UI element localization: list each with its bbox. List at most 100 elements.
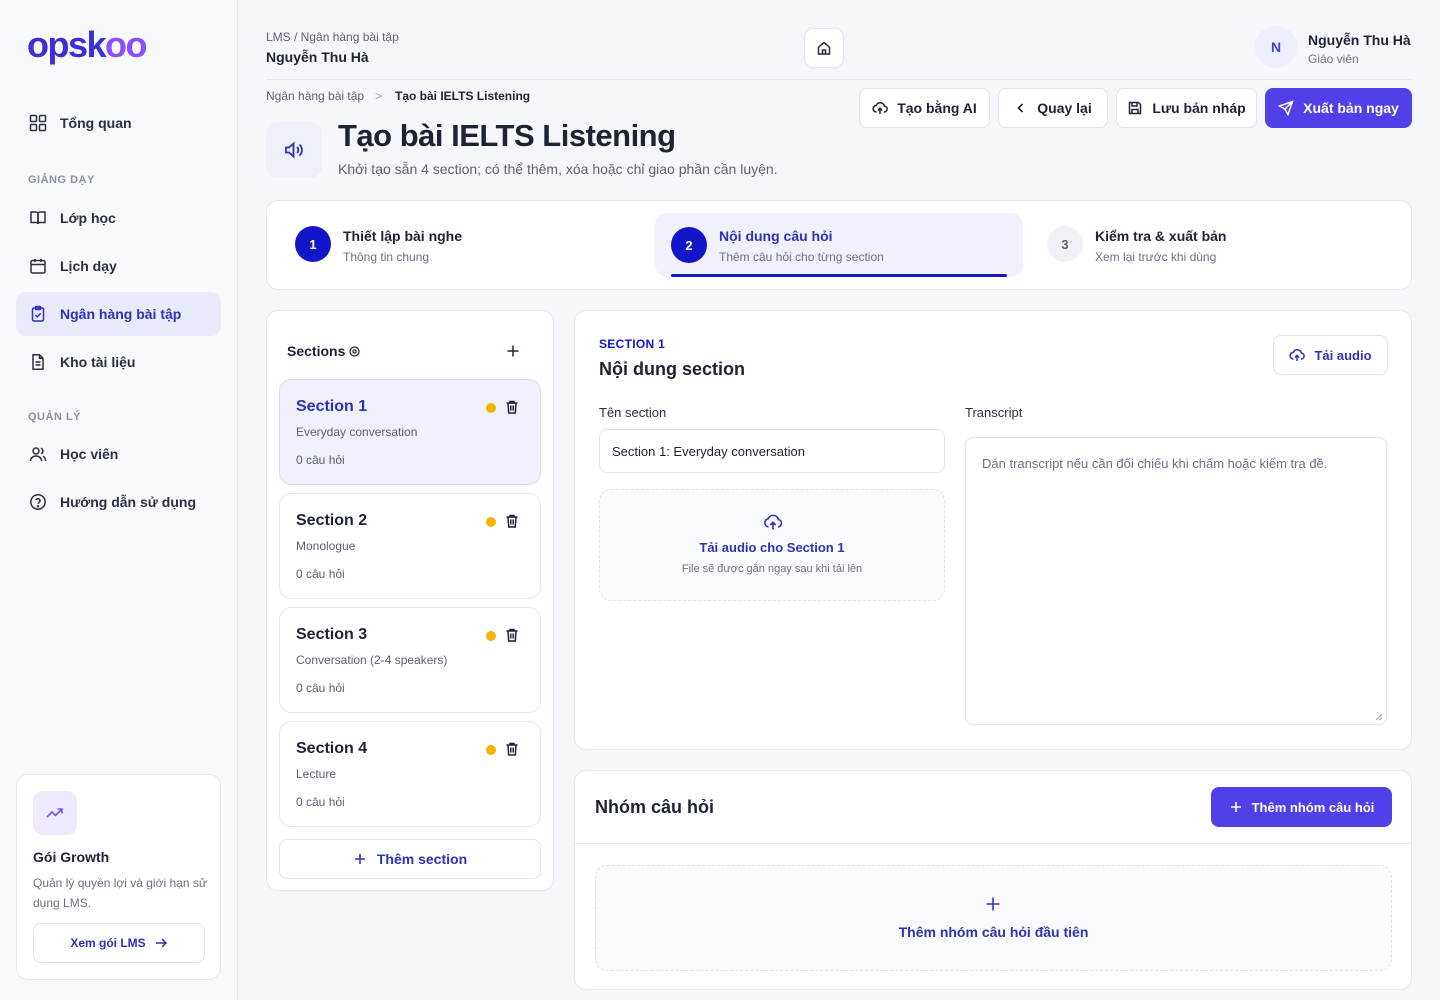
home-button[interactable] xyxy=(804,28,844,68)
section-item-title: Section 2 xyxy=(296,512,368,529)
upload-cloud-icon xyxy=(1289,347,1306,363)
sidebar-item-overview[interactable]: Tổng quan xyxy=(16,101,221,145)
page-title: Tạo bài IELTS Listening xyxy=(338,118,676,153)
upload-cloud-icon xyxy=(763,512,783,532)
sidebar-item-documents[interactable]: Kho tài liệu xyxy=(16,340,221,384)
plus-icon xyxy=(1229,800,1243,814)
header-breadcrumb: LMS / Ngân hàng bài tập xyxy=(266,30,399,44)
step-2-number: 2 xyxy=(671,227,707,263)
view-plan-button[interactable]: Xem gói LMS xyxy=(33,923,205,963)
section-item-subtitle: Lecture xyxy=(296,767,337,781)
stepper: 1 Thiết lập bài nghe Thông tin chung 2 N… xyxy=(266,200,1412,290)
sections-title-label: Sections xyxy=(287,343,346,359)
send-icon xyxy=(1278,100,1294,116)
step-2-active[interactable]: 2 Nội dung câu hỏi Thêm câu hỏi cho từng… xyxy=(655,213,1023,277)
step-3-title[interactable]: Kiểm tra & xuất bản xyxy=(1095,228,1226,244)
trash-icon[interactable] xyxy=(504,513,520,529)
plus-icon xyxy=(985,896,1001,912)
ai-generate-label: Tạo bằng AI xyxy=(897,100,977,116)
trash-icon[interactable] xyxy=(504,399,520,415)
sidebar-item-label: Tổng quan xyxy=(60,115,132,131)
breadcrumb-current: Tạo bài IELTS Listening xyxy=(395,89,531,103)
save-draft-label: Lưu bản nháp xyxy=(1152,100,1246,116)
save-draft-button[interactable]: Lưu bản nháp xyxy=(1116,88,1257,128)
section-item-subtitle: Monologue xyxy=(296,539,356,553)
upload-cloud-icon xyxy=(872,100,889,116)
section-item-3[interactable]: Section 3 Conversation (2-4 speakers) 0 … xyxy=(279,607,541,713)
info-icon[interactable] xyxy=(349,345,360,357)
header-user-name: Nguyễn Thu Hà xyxy=(266,49,369,65)
user-role: Giáo viên xyxy=(1308,52,1359,66)
sections-title: Sections xyxy=(287,343,360,359)
plan-description: Quản lý quyền lợi và giới hạn sử dụng LM… xyxy=(33,876,207,910)
speaker-icon xyxy=(266,122,322,178)
add-section-icon[interactable] xyxy=(505,343,521,359)
upload-audio-button[interactable]: Tải audio xyxy=(1273,335,1388,375)
audio-dropzone[interactable]: Tải audio cho Section 1 File sẽ được gắn… xyxy=(599,489,945,601)
back-label: Quay lại xyxy=(1037,100,1092,116)
section-item-title: Section 3 xyxy=(296,626,368,643)
step-1-subtitle: Thông tin chung xyxy=(343,250,430,264)
empty-question-groups[interactable]: Thêm nhóm câu hỏi đầu tiên xyxy=(595,865,1392,971)
step-1-title[interactable]: Thiết lập bài nghe xyxy=(343,228,462,244)
section-item-4[interactable]: Section 4 Lecture 0 câu hỏi xyxy=(279,721,541,827)
sidebar-item-classes[interactable]: Lớp học xyxy=(16,196,221,240)
file-icon xyxy=(28,352,48,372)
section-item-count: 0 câu hỏi xyxy=(296,795,345,809)
sidebar: opskoo Tổng quan GIẢNG DẠY Lớp học Lịch … xyxy=(0,0,238,1000)
calendar-icon xyxy=(28,256,48,276)
page-subtitle: Khởi tạo sẵn 4 section; có thể thêm, xóa… xyxy=(338,161,778,177)
section-item-subtitle: Everyday conversation xyxy=(296,425,418,439)
plan-title: Gói Growth xyxy=(33,849,110,865)
section-item-count: 0 câu hỏi xyxy=(296,567,345,581)
status-dot xyxy=(486,631,496,641)
sidebar-item-schedule[interactable]: Lịch dạy xyxy=(16,244,221,288)
transcript-placeholder: Dán transcript nếu cần đối chiếu khi chấ… xyxy=(982,456,1328,471)
breadcrumb-parent[interactable]: Ngân hàng bài tập xyxy=(266,89,364,103)
sidebar-item-students[interactable]: Học viên xyxy=(16,432,221,476)
plan-card: Gói Growth Quản lý quyền lợi và giới hạn… xyxy=(16,774,221,980)
breadcrumb-separator: > xyxy=(375,89,383,103)
back-button[interactable]: Quay lại xyxy=(998,88,1108,128)
resize-handle-icon[interactable] xyxy=(1375,713,1383,721)
sidebar-item-label: Lớp học xyxy=(60,210,116,226)
sidebar-item-guide[interactable]: Hướng dẫn sử dụng xyxy=(16,480,221,524)
transcript-textarea[interactable]: Dán transcript nếu cần đối chiếu khi chấ… xyxy=(965,437,1387,725)
section-item-2[interactable]: Section 2 Monologue 0 câu hỏi xyxy=(279,493,541,599)
dropzone-subtitle: File sẽ được gắn ngay sau khi tải lên xyxy=(681,563,863,575)
sidebar-item-exercise-bank[interactable]: Ngân hàng bài tập xyxy=(16,292,221,336)
status-dot xyxy=(486,403,496,413)
section-content-title: Nội dung section xyxy=(599,359,745,379)
help-circle-icon xyxy=(28,492,48,512)
brand-logo[interactable]: opskoo xyxy=(27,24,148,66)
section-item-title: Section 1 xyxy=(296,398,368,415)
sidebar-item-label: Học viên xyxy=(60,446,119,462)
add-question-group-button[interactable]: Thêm nhóm câu hỏi xyxy=(1211,787,1392,827)
question-groups-divider xyxy=(575,843,1411,844)
chevron-left-icon xyxy=(1014,101,1028,115)
section-item-1[interactable]: Section 1 Everyday conversation 0 câu hỏ… xyxy=(279,379,541,485)
trash-icon[interactable] xyxy=(504,627,520,643)
add-section-label: Thêm section xyxy=(376,851,468,867)
section-item-subtitle: Conversation (2-4 speakers) xyxy=(296,653,448,667)
section-name-input[interactable]: Section 1: Everyday conversation xyxy=(599,429,945,473)
empty-question-groups-text: Thêm nhóm câu hỏi đầu tiên xyxy=(898,924,1089,940)
add-section-button[interactable]: Thêm section xyxy=(279,839,541,879)
book-open-icon xyxy=(28,208,48,228)
trash-icon[interactable] xyxy=(504,741,520,757)
step-1-number: 1 xyxy=(295,226,331,262)
header-divider xyxy=(266,79,1412,80)
section-item-title: Section 4 xyxy=(296,740,368,757)
avatar[interactable]: N xyxy=(1255,26,1297,68)
section-content-card: SECTION 1 Nội dung section Tải audio Tên… xyxy=(574,310,1412,750)
publish-button[interactable]: Xuất bản ngay xyxy=(1265,88,1412,128)
ai-generate-button[interactable]: Tạo bằng AI xyxy=(859,88,990,128)
status-dot xyxy=(486,745,496,755)
nav-section-manage: QUẢN LÝ xyxy=(28,411,81,423)
step-2-indicator xyxy=(671,274,1007,277)
sidebar-item-label: Lịch dạy xyxy=(60,258,117,274)
users-icon xyxy=(28,444,48,464)
view-plan-label: Xem gói LMS xyxy=(70,936,146,950)
trending-up-icon xyxy=(33,791,77,835)
clipboard-icon xyxy=(28,304,48,324)
